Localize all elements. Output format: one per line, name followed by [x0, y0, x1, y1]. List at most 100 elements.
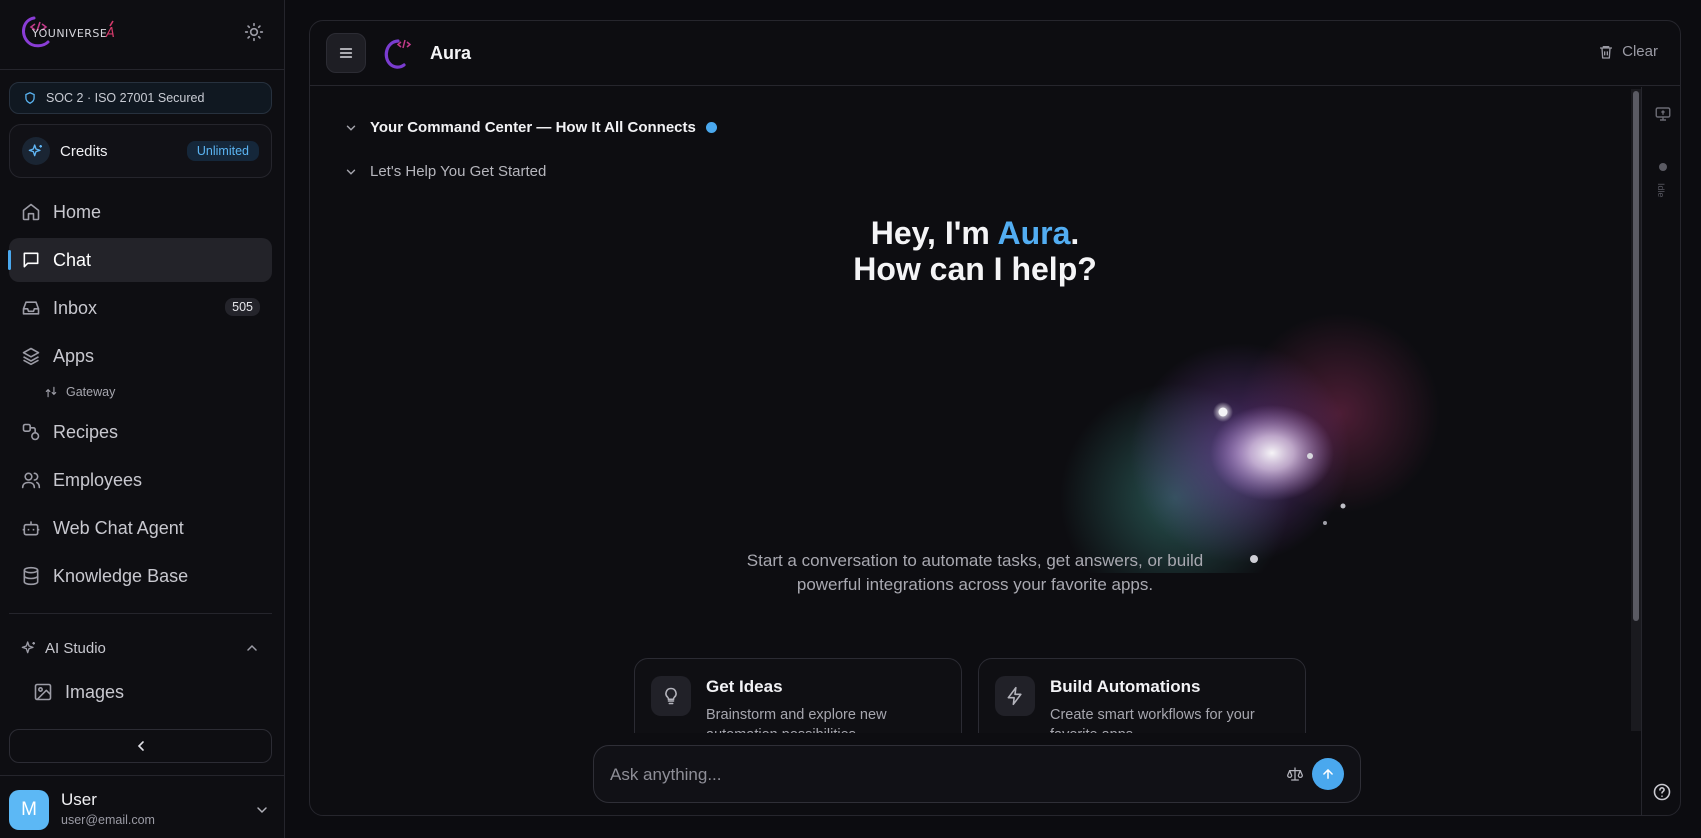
credits-badge: Unlimited	[186, 141, 259, 161]
message-composer	[593, 745, 1361, 803]
message-input[interactable]	[610, 762, 1250, 788]
accordion-title: Let's Help You Get Started	[370, 163, 547, 180]
sidebar-item-label: Apps	[53, 345, 95, 366]
hero-prefix: Hey, I'm	[870, 215, 998, 251]
lightning-icon	[995, 676, 1035, 716]
intro-line2: powerful integrations across your favori…	[796, 575, 1154, 594]
bot-icon	[22, 521, 40, 536]
chat-scroll-area: Your Command Center — How It All Connect…	[310, 87, 1640, 733]
sidebar-item-label: Employees	[53, 469, 143, 490]
sidebar-item-label: Web Chat Agent	[53, 517, 184, 538]
avatar: M	[9, 790, 49, 830]
ai-studio-label: AI Studio	[45, 639, 106, 657]
sidebar-item-label: Knowledge Base	[53, 565, 189, 586]
shield-icon	[25, 92, 35, 104]
suggestion-card-get-ideas[interactable]: Get Ideas Brainstorm and explore new aut…	[634, 658, 962, 733]
brand-logo[interactable]: YOUNIVERSE A	[18, 12, 128, 52]
chevron-up-icon	[247, 644, 257, 651]
sidebar-subitem-gateway[interactable]: Gateway	[44, 381, 115, 403]
chevron-left-icon	[137, 741, 144, 751]
sparkles-icon	[21, 641, 35, 654]
sidebar-item-label: Inbox	[53, 297, 98, 318]
security-badge-text: SOC 2 · ISO 27001 Secured	[46, 91, 205, 105]
get-started-accordion[interactable]: Let's Help You Get Started	[344, 163, 546, 180]
collapse-sidebar-button[interactable]	[9, 729, 272, 763]
inbox-icon	[22, 301, 40, 315]
aura-logo	[384, 39, 412, 69]
sidebar-item-recipes[interactable]: Recipes	[9, 410, 272, 454]
trash-icon	[1600, 45, 1613, 59]
image-icon	[34, 683, 52, 701]
chat-title: Aura	[430, 43, 472, 63]
user-name: User	[61, 790, 97, 809]
chat-panel: Aura Clear Your Command Center — How It …	[309, 20, 1681, 816]
sidebar-item-apps[interactable]: Apps	[9, 334, 272, 378]
inbox-count-badge: 505	[225, 298, 260, 316]
screen-share-icon[interactable]	[1654, 105, 1672, 123]
card-description: Create smart workflows for your favorite…	[1050, 707, 1255, 733]
svg-text:YOUNIVERSE: YOUNIVERSE	[31, 27, 107, 40]
right-rail: Idle	[1641, 87, 1680, 815]
new-indicator-dot	[705, 122, 717, 133]
menu-icon	[339, 48, 353, 58]
sidebar: YOUNIVERSE A SOC 2 · ISO 27001 Secured C…	[0, 0, 285, 838]
sidebar-item-images[interactable]: Images	[21, 670, 272, 714]
layers-icon	[22, 347, 40, 366]
card-title: Build Automations	[1050, 677, 1201, 696]
sidebar-item-label: Home	[53, 201, 102, 222]
clear-label: Clear	[1622, 43, 1658, 60]
sidebar-subitem-label: Gateway	[66, 385, 116, 399]
user-email: user@email.com	[61, 813, 155, 827]
sidebar-divider	[9, 613, 272, 614]
sparkles-icon	[22, 137, 50, 165]
arrow-up-icon	[1323, 769, 1333, 779]
sidebar-item-chat[interactable]: Chat	[8, 238, 272, 282]
sidebar-header: YOUNIVERSE A	[0, 0, 284, 70]
theme-toggle-icon[interactable]	[244, 22, 264, 42]
chat-header: Aura Clear	[310, 21, 1680, 86]
sidebar-item-inbox[interactable]: Inbox 505	[9, 286, 272, 330]
card-description: Brainstorm and explore new automation po…	[706, 707, 887, 733]
hero-line2: How can I help?	[853, 251, 1097, 287]
sidebar-item-label: Chat	[53, 249, 92, 270]
sidebar-item-knowledge-base[interactable]: Knowledge Base	[9, 554, 272, 598]
credits-label: Credits	[60, 142, 108, 160]
chat-scrollbar[interactable]	[1631, 89, 1641, 731]
hero-suffix: .	[1070, 215, 1080, 251]
security-badge: SOC 2 · ISO 27001 Secured	[9, 82, 272, 114]
shapes-icon	[22, 423, 40, 441]
welcome-heading: Hey, I'm Aura. How can I help?	[310, 215, 1640, 287]
card-title: Get Ideas	[706, 677, 783, 696]
user-menu[interactable]: M User user@email.com	[0, 775, 284, 838]
sidebar-item-employees[interactable]: Employees	[9, 458, 272, 502]
suggestion-card-build-automations[interactable]: Build Automations Create smart workflows…	[978, 658, 1306, 733]
sidebar-item-label: Recipes	[53, 421, 119, 442]
status-label: Idle	[1656, 183, 1666, 198]
lightbulb-icon	[651, 676, 691, 716]
database-icon	[23, 566, 39, 586]
sidebar-item-home[interactable]: Home	[9, 190, 272, 234]
accordion-title: Your Command Center — How It All Connect…	[370, 119, 696, 136]
credits-card[interactable]: Credits Unlimited	[9, 124, 272, 178]
scrollbar-thumb[interactable]	[1633, 91, 1639, 621]
chevron-down-icon	[346, 125, 356, 131]
command-center-accordion[interactable]: Your Command Center — How It All Connect…	[344, 119, 717, 136]
svg-text:A: A	[105, 26, 115, 41]
hero-name: Aura	[997, 215, 1071, 251]
chevron-down-icon	[257, 807, 267, 814]
chevron-down-icon	[346, 169, 356, 175]
sidebar-item-label: Images	[65, 681, 125, 702]
intro-text: Start a conversation to automate tasks, …	[310, 549, 1640, 597]
ai-studio-section-toggle[interactable]: AI Studio	[9, 636, 272, 660]
scale-icon[interactable]	[1287, 766, 1303, 782]
sidebar-item-web-chat-agent[interactable]: Web Chat Agent	[9, 506, 272, 550]
chat-icon	[23, 252, 39, 268]
clear-button[interactable]: Clear	[1598, 43, 1658, 60]
aura-orb-graphic	[1060, 313, 1440, 573]
users-icon	[21, 472, 41, 489]
send-button[interactable]	[1312, 758, 1344, 790]
status-dot	[1659, 163, 1667, 171]
route-icon	[45, 386, 57, 398]
help-icon[interactable]	[1652, 782, 1672, 802]
menu-button[interactable]	[326, 33, 366, 73]
